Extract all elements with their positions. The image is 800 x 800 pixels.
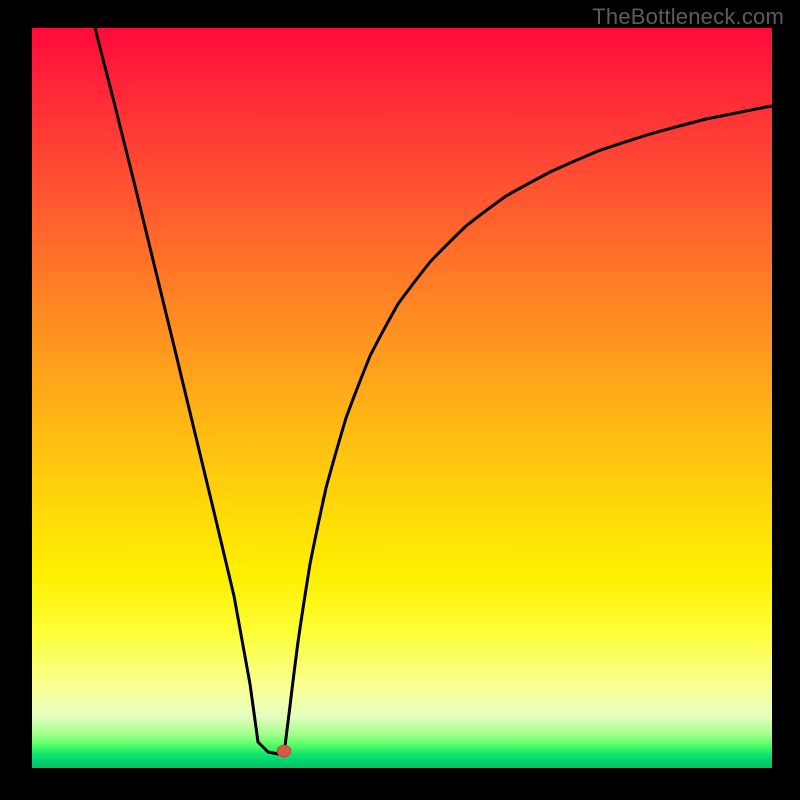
plot-area	[32, 28, 772, 768]
chart-container: TheBottleneck.com	[0, 0, 800, 800]
bottleneck-curve	[94, 24, 772, 756]
curve-layer	[32, 28, 772, 768]
minimum-marker	[277, 745, 291, 757]
watermark-text: TheBottleneck.com	[592, 4, 784, 30]
